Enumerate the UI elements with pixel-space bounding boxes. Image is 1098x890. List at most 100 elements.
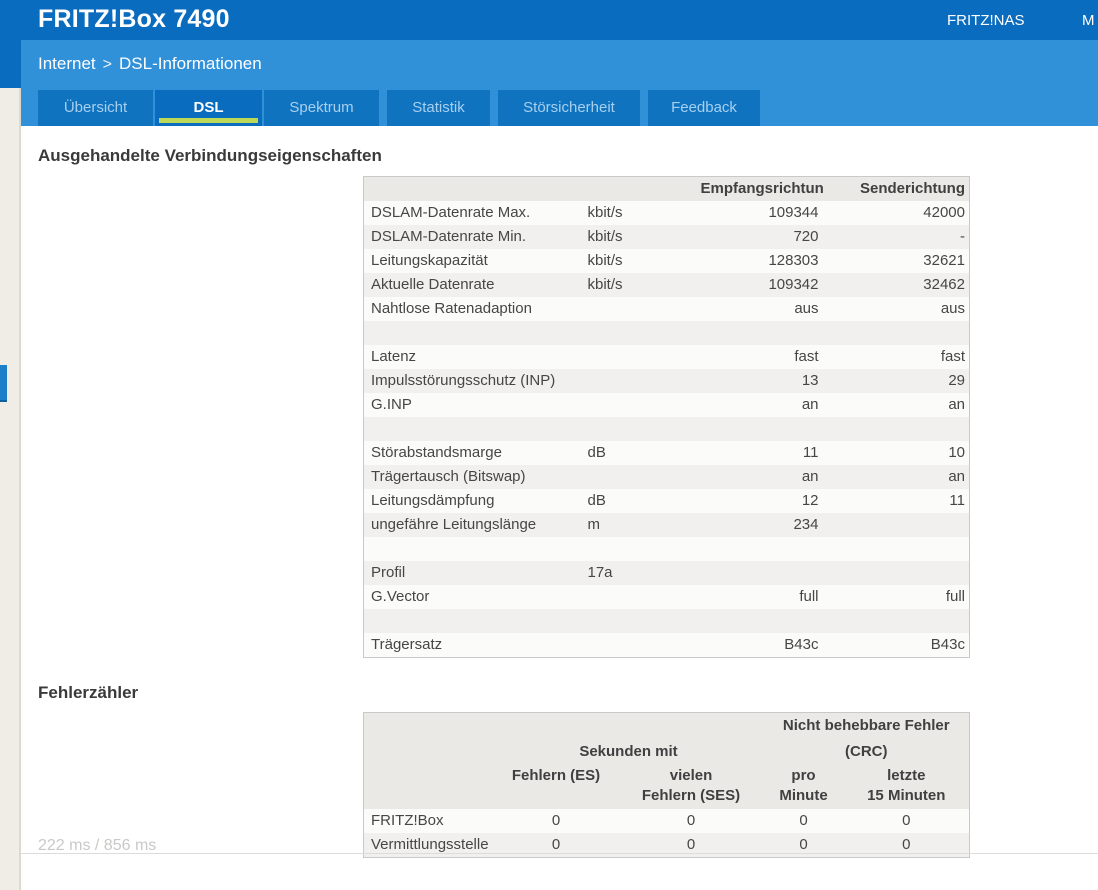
nav-fritznas-link[interactable]: FRITZ!NAS	[947, 12, 1025, 29]
cell-tx: 29	[948, 372, 965, 389]
table-row: DSLAM-Datenrate Max. kbit/s 109344 42000	[363, 201, 970, 225]
header-empty	[364, 177, 579, 202]
cell-unit: 17a	[587, 564, 613, 581]
connection-section-heading: Ausgehandelte Verbindungseigenschaften	[38, 146, 382, 165]
tab-spektrum[interactable]: Spektrum	[264, 90, 379, 126]
cell-label: Leitungsdämpfung	[371, 492, 495, 509]
cell-tx: full	[945, 588, 965, 605]
table-row: Trägersatz B43c B43c	[363, 633, 970, 658]
header-es: Fehlern (ES)	[511, 767, 601, 784]
table-spacer-row	[363, 417, 970, 441]
header-last-15min: letzte 15 Minuten	[867, 767, 946, 804]
cell-tx: -	[960, 228, 965, 245]
cell-unit	[579, 369, 701, 393]
cell-label: FRITZ!Box	[371, 812, 444, 829]
cell-tx: fast	[940, 348, 965, 365]
sidebar-active-menu-item[interactable]	[0, 365, 7, 402]
table-row: G.Vector full full	[363, 585, 970, 609]
cell-tx	[824, 321, 970, 345]
cell-rx: full	[799, 588, 819, 605]
cell-label: Trägersatz	[371, 636, 443, 653]
cell-rx	[701, 609, 824, 633]
cell-label: DSLAM-Datenrate Min.	[371, 228, 527, 245]
cell-unit	[579, 321, 701, 345]
table-spacer-row	[363, 609, 970, 633]
tab-dsl[interactable]: DSL	[155, 90, 262, 126]
cell-unit: dB	[587, 444, 606, 461]
table-row: FRITZ!Box 0 0 0 0	[363, 809, 970, 833]
cell-label: Latenz	[371, 348, 417, 365]
cell-label: ungefähre Leitungslänge	[371, 516, 537, 533]
cell-rx: an	[801, 468, 819, 485]
timing-status-text: 222 ms / 856 ms	[38, 837, 157, 854]
nav-myfritz-link-partial[interactable]: M	[1082, 12, 1095, 29]
cell-rx: 12	[801, 492, 819, 509]
tab-uebersicht[interactable]: Übersicht	[38, 90, 153, 126]
cell-rx: fast	[794, 348, 819, 365]
cell-label: Impulsstörungsschutz (INP)	[371, 372, 556, 389]
breadcrumb: Internet > DSL-Informationen	[21, 40, 1098, 88]
cell-label: DSLAM-Datenrate Max.	[371, 204, 531, 221]
cell-unit: kbit/s	[587, 276, 623, 293]
cell-tx	[824, 417, 970, 441]
content-area: Ausgehandelte Verbindungseigenschaften E…	[21, 126, 1098, 890]
cell-tx	[824, 609, 970, 633]
cell-value: 0	[551, 812, 561, 829]
cell-rx: 234	[793, 516, 819, 533]
cell-tx: an	[948, 468, 965, 485]
cell-unit	[579, 345, 701, 369]
cell-label: G.Vector	[371, 588, 430, 605]
error-section-heading: Fehlerzähler	[38, 683, 139, 702]
cell-tx: 42000	[923, 204, 965, 221]
cell-tx: B43c	[930, 636, 965, 653]
cell-unit: dB	[587, 492, 606, 509]
table-header-row: Empfangsrichtung Senderichtung	[363, 176, 970, 202]
cell-label	[364, 321, 579, 345]
header-ses: vielen Fehlern (SES)	[641, 767, 741, 804]
tab-statistik[interactable]: Statistik	[387, 90, 490, 126]
header-empty	[579, 177, 701, 202]
sidebar-edge-strip	[0, 88, 21, 890]
cell-unit	[579, 297, 701, 321]
cell-label: Trägertausch (Bitswap)	[371, 468, 526, 485]
cell-label: G.INP	[371, 396, 412, 413]
cell-tx: an	[948, 396, 965, 413]
table-row: Leitungskapazität kbit/s 128303 32621	[363, 249, 970, 273]
cell-rx	[701, 537, 824, 561]
cell-label	[364, 537, 579, 561]
cell-tx	[824, 537, 970, 561]
header-group-seconds: Sekunden mit	[579, 743, 678, 760]
cell-rx: 128303	[768, 252, 819, 269]
top-header-bar: FRITZ!Box 7490 FRITZ!NAS M	[0, 0, 1098, 40]
cell-tx	[824, 513, 970, 537]
cell-label: Leitungskapazität	[371, 252, 488, 269]
table-row: ungefähre Leitungslänge m 234	[363, 513, 970, 537]
cell-unit: m	[587, 516, 601, 533]
cell-tx: 32462	[923, 276, 965, 293]
tab-stoersicherheit[interactable]: Störsicherheit	[498, 90, 640, 126]
error-counter-table: Sekunden mit Nicht behebbare Fehler (CRC…	[363, 712, 971, 858]
cell-unit	[579, 585, 701, 609]
sidebar-top-strip	[0, 40, 21, 88]
footer-divider	[21, 853, 1098, 854]
breadcrumb-section[interactable]: Internet	[38, 54, 96, 73]
cell-unit: kbit/s	[587, 228, 623, 245]
cell-label: Nahtlose Ratenadaption	[371, 300, 532, 317]
cell-rx: an	[801, 396, 819, 413]
cell-unit	[579, 417, 701, 441]
cell-unit	[579, 537, 701, 561]
table-row: Profil 17a	[363, 561, 970, 585]
cell-value: 0	[799, 812, 808, 829]
table-row: Trägertausch (Bitswap) an an	[363, 465, 970, 489]
table-row: Leitungsdämpfung dB 12 11	[363, 489, 970, 513]
table-group-header-row: Sekunden mit Nicht behebbare Fehler (CRC…	[363, 712, 970, 765]
cell-rx: 109342	[768, 276, 819, 293]
tab-bar: Übersicht DSL Spektrum Statistik Störsic…	[21, 88, 1098, 126]
table-row: G.INP an an	[363, 393, 970, 417]
tab-feedback[interactable]: Feedback	[648, 90, 760, 126]
cell-tx: 10	[948, 444, 965, 461]
cell-unit: kbit/s	[587, 252, 623, 269]
cell-label: Profil	[371, 564, 406, 581]
cell-tx	[824, 561, 970, 585]
device-title: FRITZ!Box 7490	[38, 5, 230, 33]
